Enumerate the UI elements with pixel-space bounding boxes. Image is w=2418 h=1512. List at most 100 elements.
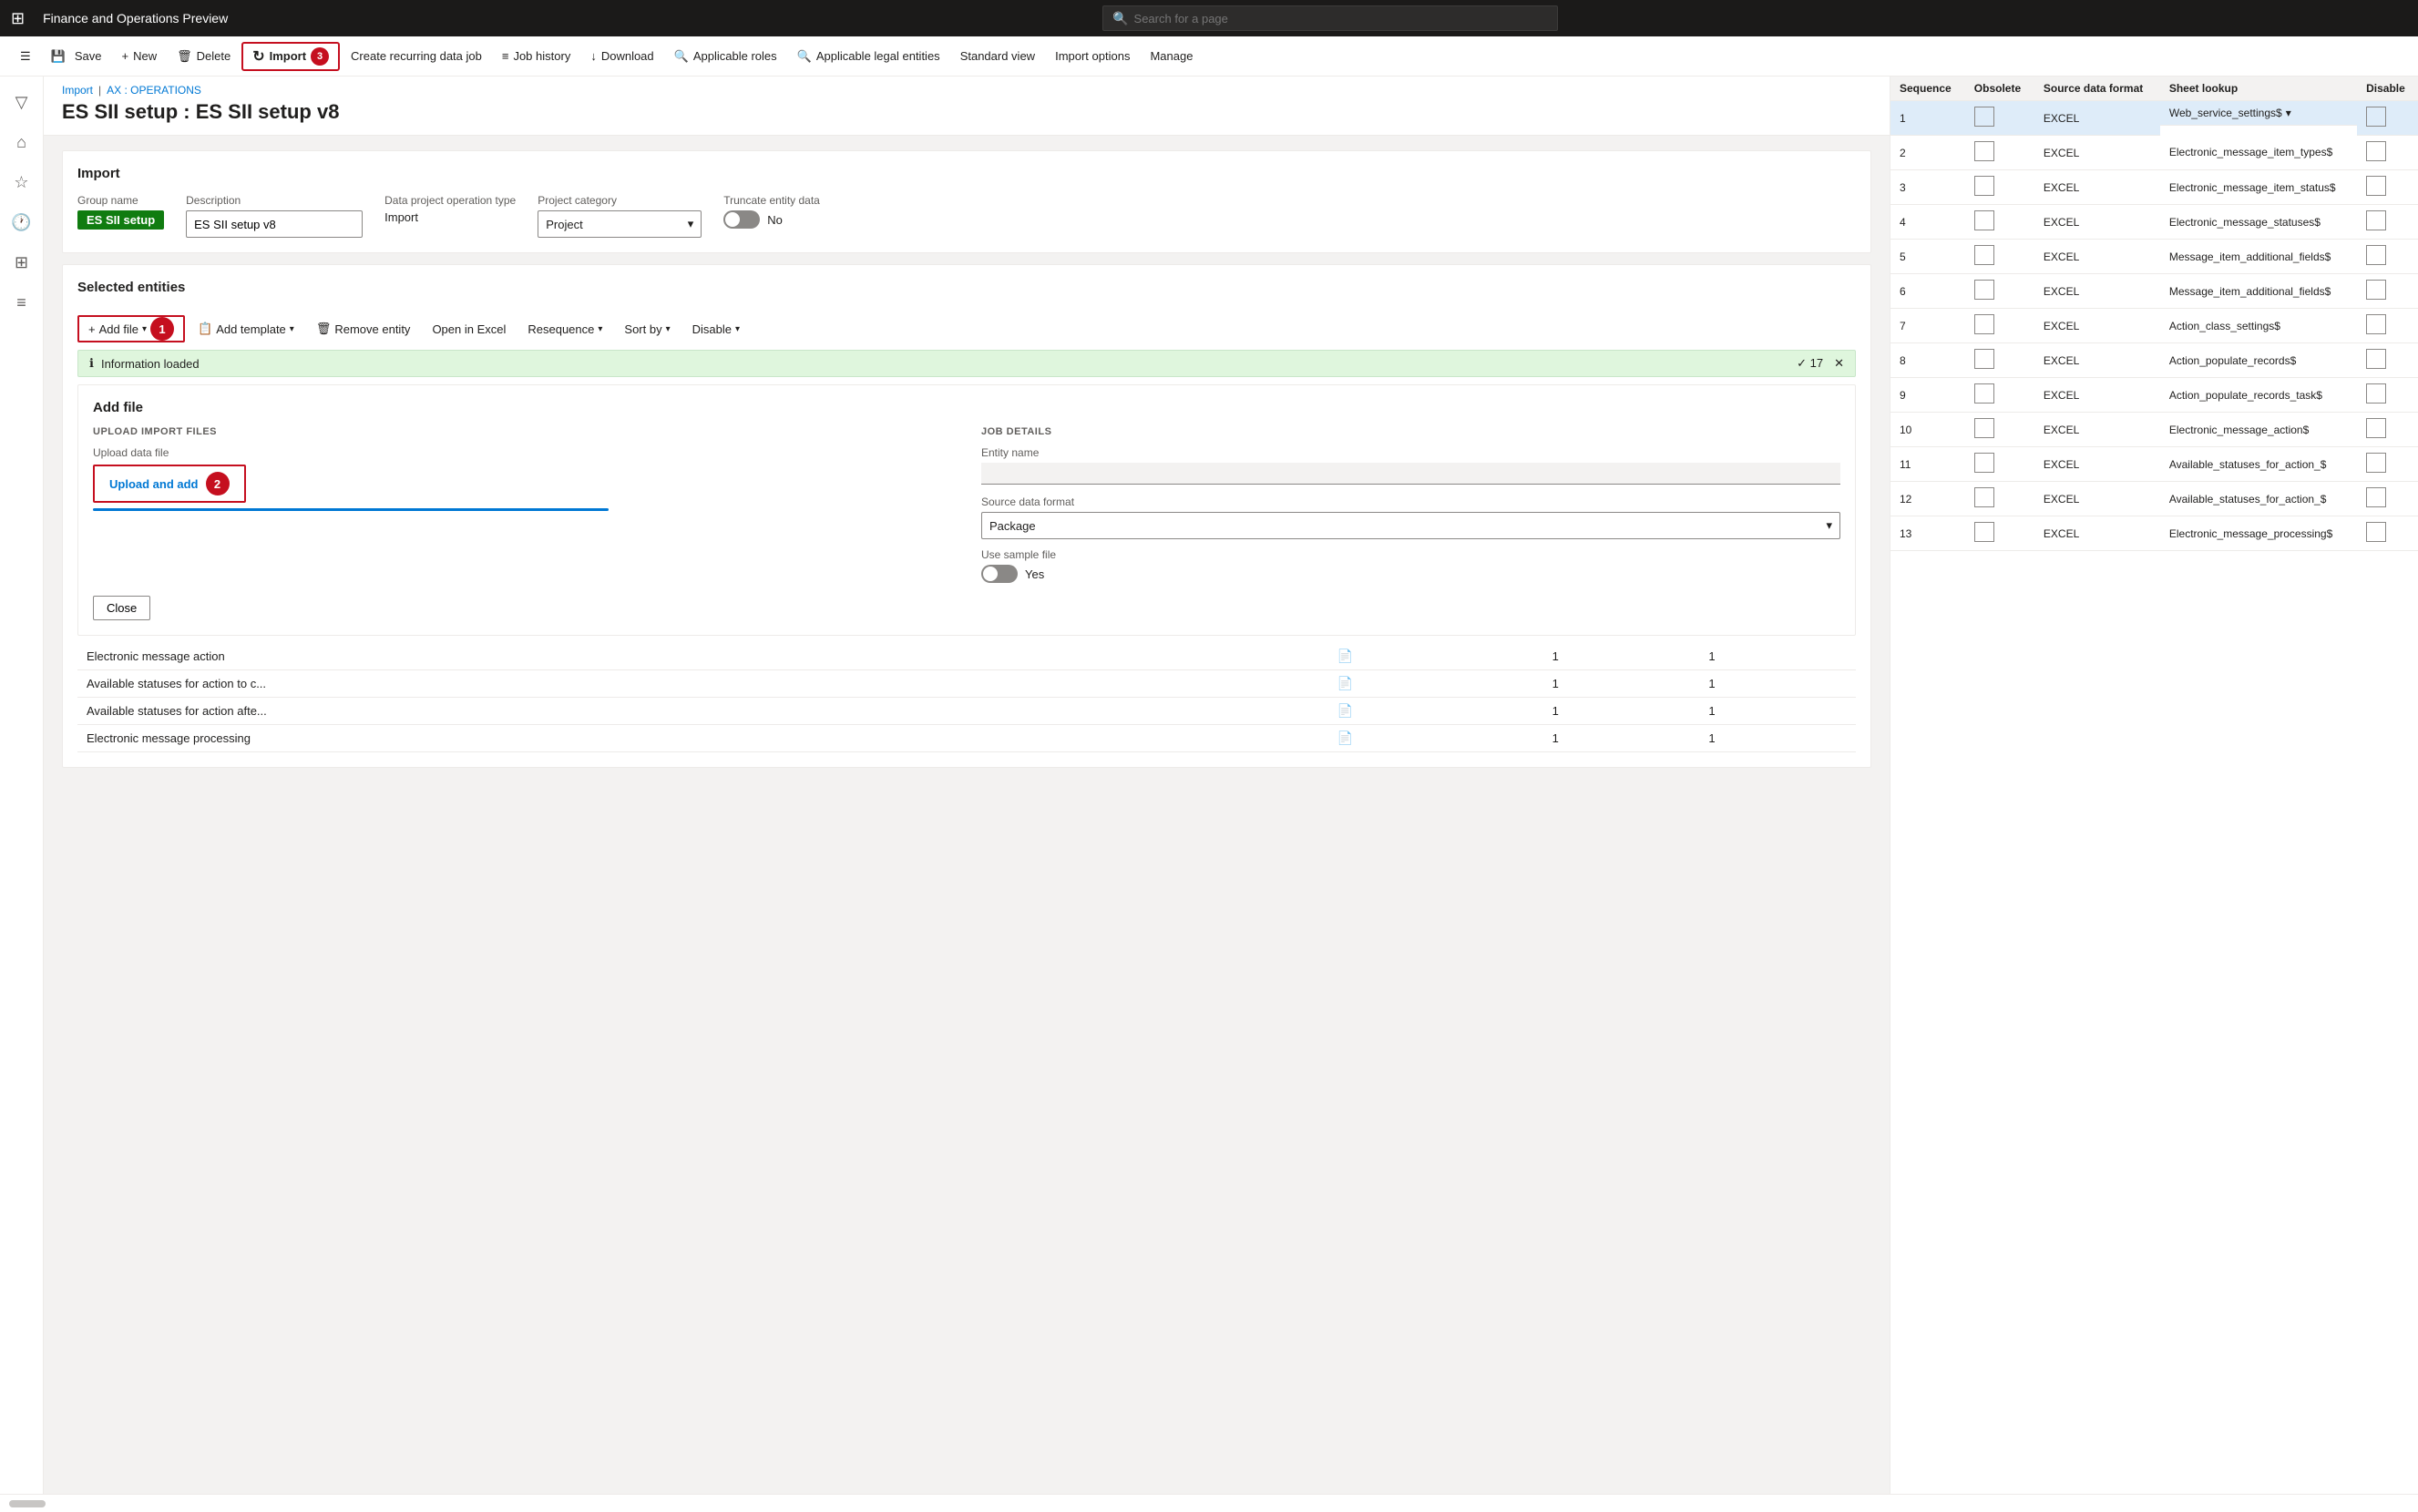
right-table-row[interactable]: 11 EXCEL Available_statuses_for_action_$ xyxy=(1890,447,2418,482)
entity-name-input[interactable] xyxy=(981,463,1840,485)
applicable-legal-button[interactable]: 🔍 Applicable legal entities xyxy=(788,42,949,71)
obsolete-checkbox[interactable] xyxy=(1974,314,1994,334)
sample-toggle-value: Yes xyxy=(1025,567,1044,581)
delete-icon: 🗑 xyxy=(177,49,192,64)
sheet-dropdown-icon[interactable]: ▾ xyxy=(2286,107,2291,119)
right-table-row[interactable]: 9 EXCEL Action_populate_records_task$ xyxy=(1890,378,2418,413)
add-template-button[interactable]: 📋 Add template ▾ xyxy=(189,315,303,342)
obsolete-checkbox[interactable] xyxy=(1974,418,1994,438)
disable-checkbox[interactable] xyxy=(2366,418,2386,438)
remove-entity-button[interactable]: 🗑 Remove entity xyxy=(307,315,420,342)
disable-checkbox[interactable] xyxy=(2366,349,2386,369)
search-input[interactable] xyxy=(1134,12,1549,26)
import-options-button[interactable]: Import options xyxy=(1046,42,1139,71)
source-format-select[interactable]: Package ▾ xyxy=(981,512,1840,539)
right-table-row[interactable]: 10 EXCEL Electronic_message_action$ xyxy=(1890,413,2418,447)
disable-checkbox[interactable] xyxy=(2366,210,2386,230)
table-row[interactable]: Available statuses for action afte... 📄 … xyxy=(77,698,1856,725)
entity-name-cell: Electronic message processing xyxy=(77,725,1328,752)
standard-view-button[interactable]: Standard view xyxy=(951,42,1044,71)
disable-checkbox[interactable] xyxy=(2366,453,2386,473)
right-panel: Sequence Obsolete Source data format She… xyxy=(1890,77,2418,1494)
obsolete-checkbox[interactable] xyxy=(1974,176,1994,196)
import-button[interactable]: ↻ Import 3 xyxy=(241,42,340,71)
sidebar-icon-recent[interactable]: 🕐 xyxy=(4,204,40,240)
info-icon: ℹ xyxy=(89,356,94,371)
download-button[interactable]: ↓ Download xyxy=(581,42,662,71)
right-table-row[interactable]: 2 EXCEL Electronic_message_item_types$ xyxy=(1890,136,2418,170)
obsolete-checkbox[interactable] xyxy=(1974,453,1994,473)
open-excel-button[interactable]: Open in Excel xyxy=(423,315,515,342)
entity-file-icon: 📄 xyxy=(1328,670,1543,698)
obsolete-checkbox[interactable] xyxy=(1974,522,1994,542)
disable-checkbox[interactable] xyxy=(2366,314,2386,334)
import-badge: 3 xyxy=(311,47,329,66)
right-table-row[interactable]: 4 EXCEL Electronic_message_statuses$ xyxy=(1890,205,2418,240)
add-file-chevron: ▾ xyxy=(142,324,147,334)
disable-checkbox[interactable] xyxy=(2366,176,2386,196)
sidebar-icon-star[interactable]: ☆ xyxy=(4,164,40,200)
sidebar-icon-filter[interactable]: ▽ xyxy=(4,84,40,120)
new-button[interactable]: + New xyxy=(112,42,166,71)
horizontal-scrollbar[interactable] xyxy=(9,1500,46,1507)
seq-cell: 1 xyxy=(1890,101,1965,136)
applicable-roles-button[interactable]: 🔍 Applicable roles xyxy=(665,42,786,71)
obsolete-checkbox[interactable] xyxy=(1974,107,1994,127)
open-excel-label: Open in Excel xyxy=(432,322,506,336)
disable-checkbox[interactable] xyxy=(2366,245,2386,265)
sidebar-icon-list[interactable]: ≡ xyxy=(4,284,40,321)
project-category-select[interactable]: Project ▾ xyxy=(538,210,702,238)
table-row[interactable]: Available statuses for action to c... 📄 … xyxy=(77,670,1856,698)
disable-checkbox[interactable] xyxy=(2366,383,2386,404)
delete-button[interactable]: 🗑 Delete xyxy=(168,42,240,71)
truncate-toggle[interactable] xyxy=(723,210,760,229)
right-table-row[interactable]: 1 EXCEL Web_service_settings$ ▾ xyxy=(1890,101,2418,136)
description-input[interactable] xyxy=(186,210,363,238)
info-close[interactable]: ✕ xyxy=(1834,356,1844,371)
disable-checkbox[interactable] xyxy=(2366,280,2386,300)
table-row[interactable]: Electronic message action 📄 1 1 xyxy=(77,643,1856,670)
manage-button[interactable]: Manage xyxy=(1141,42,1202,71)
obsolete-checkbox[interactable] xyxy=(1974,487,1994,507)
right-table-row[interactable]: 8 EXCEL Action_populate_records$ xyxy=(1890,343,2418,378)
close-button[interactable]: Close xyxy=(93,596,150,620)
obsolete-checkbox[interactable] xyxy=(1974,210,1994,230)
disable-checkbox[interactable] xyxy=(2366,107,2386,127)
right-table-row[interactable]: 12 EXCEL Available_statuses_for_action_$ xyxy=(1890,482,2418,516)
sort-by-button[interactable]: Sort by ▾ xyxy=(615,315,679,342)
right-table-row[interactable]: 7 EXCEL Action_class_settings$ xyxy=(1890,309,2418,343)
hamburger-button[interactable]: ☰ xyxy=(11,42,40,71)
obsolete-checkbox[interactable] xyxy=(1974,349,1994,369)
obsolete-cell xyxy=(1965,343,2034,378)
upload-and-add-button[interactable]: Upload and add 2 xyxy=(93,465,246,503)
format-cell: EXCEL xyxy=(2034,309,2160,343)
disable-checkbox[interactable] xyxy=(2366,522,2386,542)
disable-cell xyxy=(2357,101,2418,136)
obsolete-checkbox[interactable] xyxy=(1974,280,1994,300)
search-bar[interactable]: 🔍 xyxy=(1102,5,1558,31)
sidebar-icon-home[interactable]: ⌂ xyxy=(4,124,40,160)
sample-toggle[interactable] xyxy=(981,565,1018,583)
right-table-row[interactable]: 5 EXCEL Message_item_additional_fields$ xyxy=(1890,240,2418,274)
right-table-row[interactable]: 6 EXCEL Message_item_additional_fields$ xyxy=(1890,274,2418,309)
disable-checkbox[interactable] xyxy=(2366,487,2386,507)
create-recurring-button[interactable]: Create recurring data job xyxy=(342,42,491,71)
sidebar-icon-workspaces[interactable]: ⊞ xyxy=(4,244,40,281)
truncate-value: No xyxy=(767,213,783,227)
resequence-button[interactable]: Resequence ▾ xyxy=(518,315,611,342)
disable-button[interactable]: Disable ▾ xyxy=(683,315,749,342)
app-logo[interactable]: ⊞ xyxy=(11,9,25,28)
obsolete-checkbox[interactable] xyxy=(1974,383,1994,404)
breadcrumb-import[interactable]: Import xyxy=(62,84,93,97)
save-button[interactable]: 💾 Save xyxy=(42,42,111,71)
right-table-row[interactable]: 13 EXCEL Electronic_message_processing$ xyxy=(1890,516,2418,551)
info-count: ✓ 17 xyxy=(1797,356,1823,371)
format-cell: EXCEL xyxy=(2034,274,2160,309)
obsolete-checkbox[interactable] xyxy=(1974,245,1994,265)
table-row[interactable]: Electronic message processing 📄 1 1 xyxy=(77,725,1856,752)
job-history-button[interactable]: ≡ Job history xyxy=(493,42,579,71)
disable-checkbox[interactable] xyxy=(2366,141,2386,161)
obsolete-checkbox[interactable] xyxy=(1974,141,1994,161)
right-table-row[interactable]: 3 EXCEL Electronic_message_item_status$ xyxy=(1890,170,2418,205)
add-file-button[interactable]: + Add file ▾ 1 xyxy=(77,315,185,342)
